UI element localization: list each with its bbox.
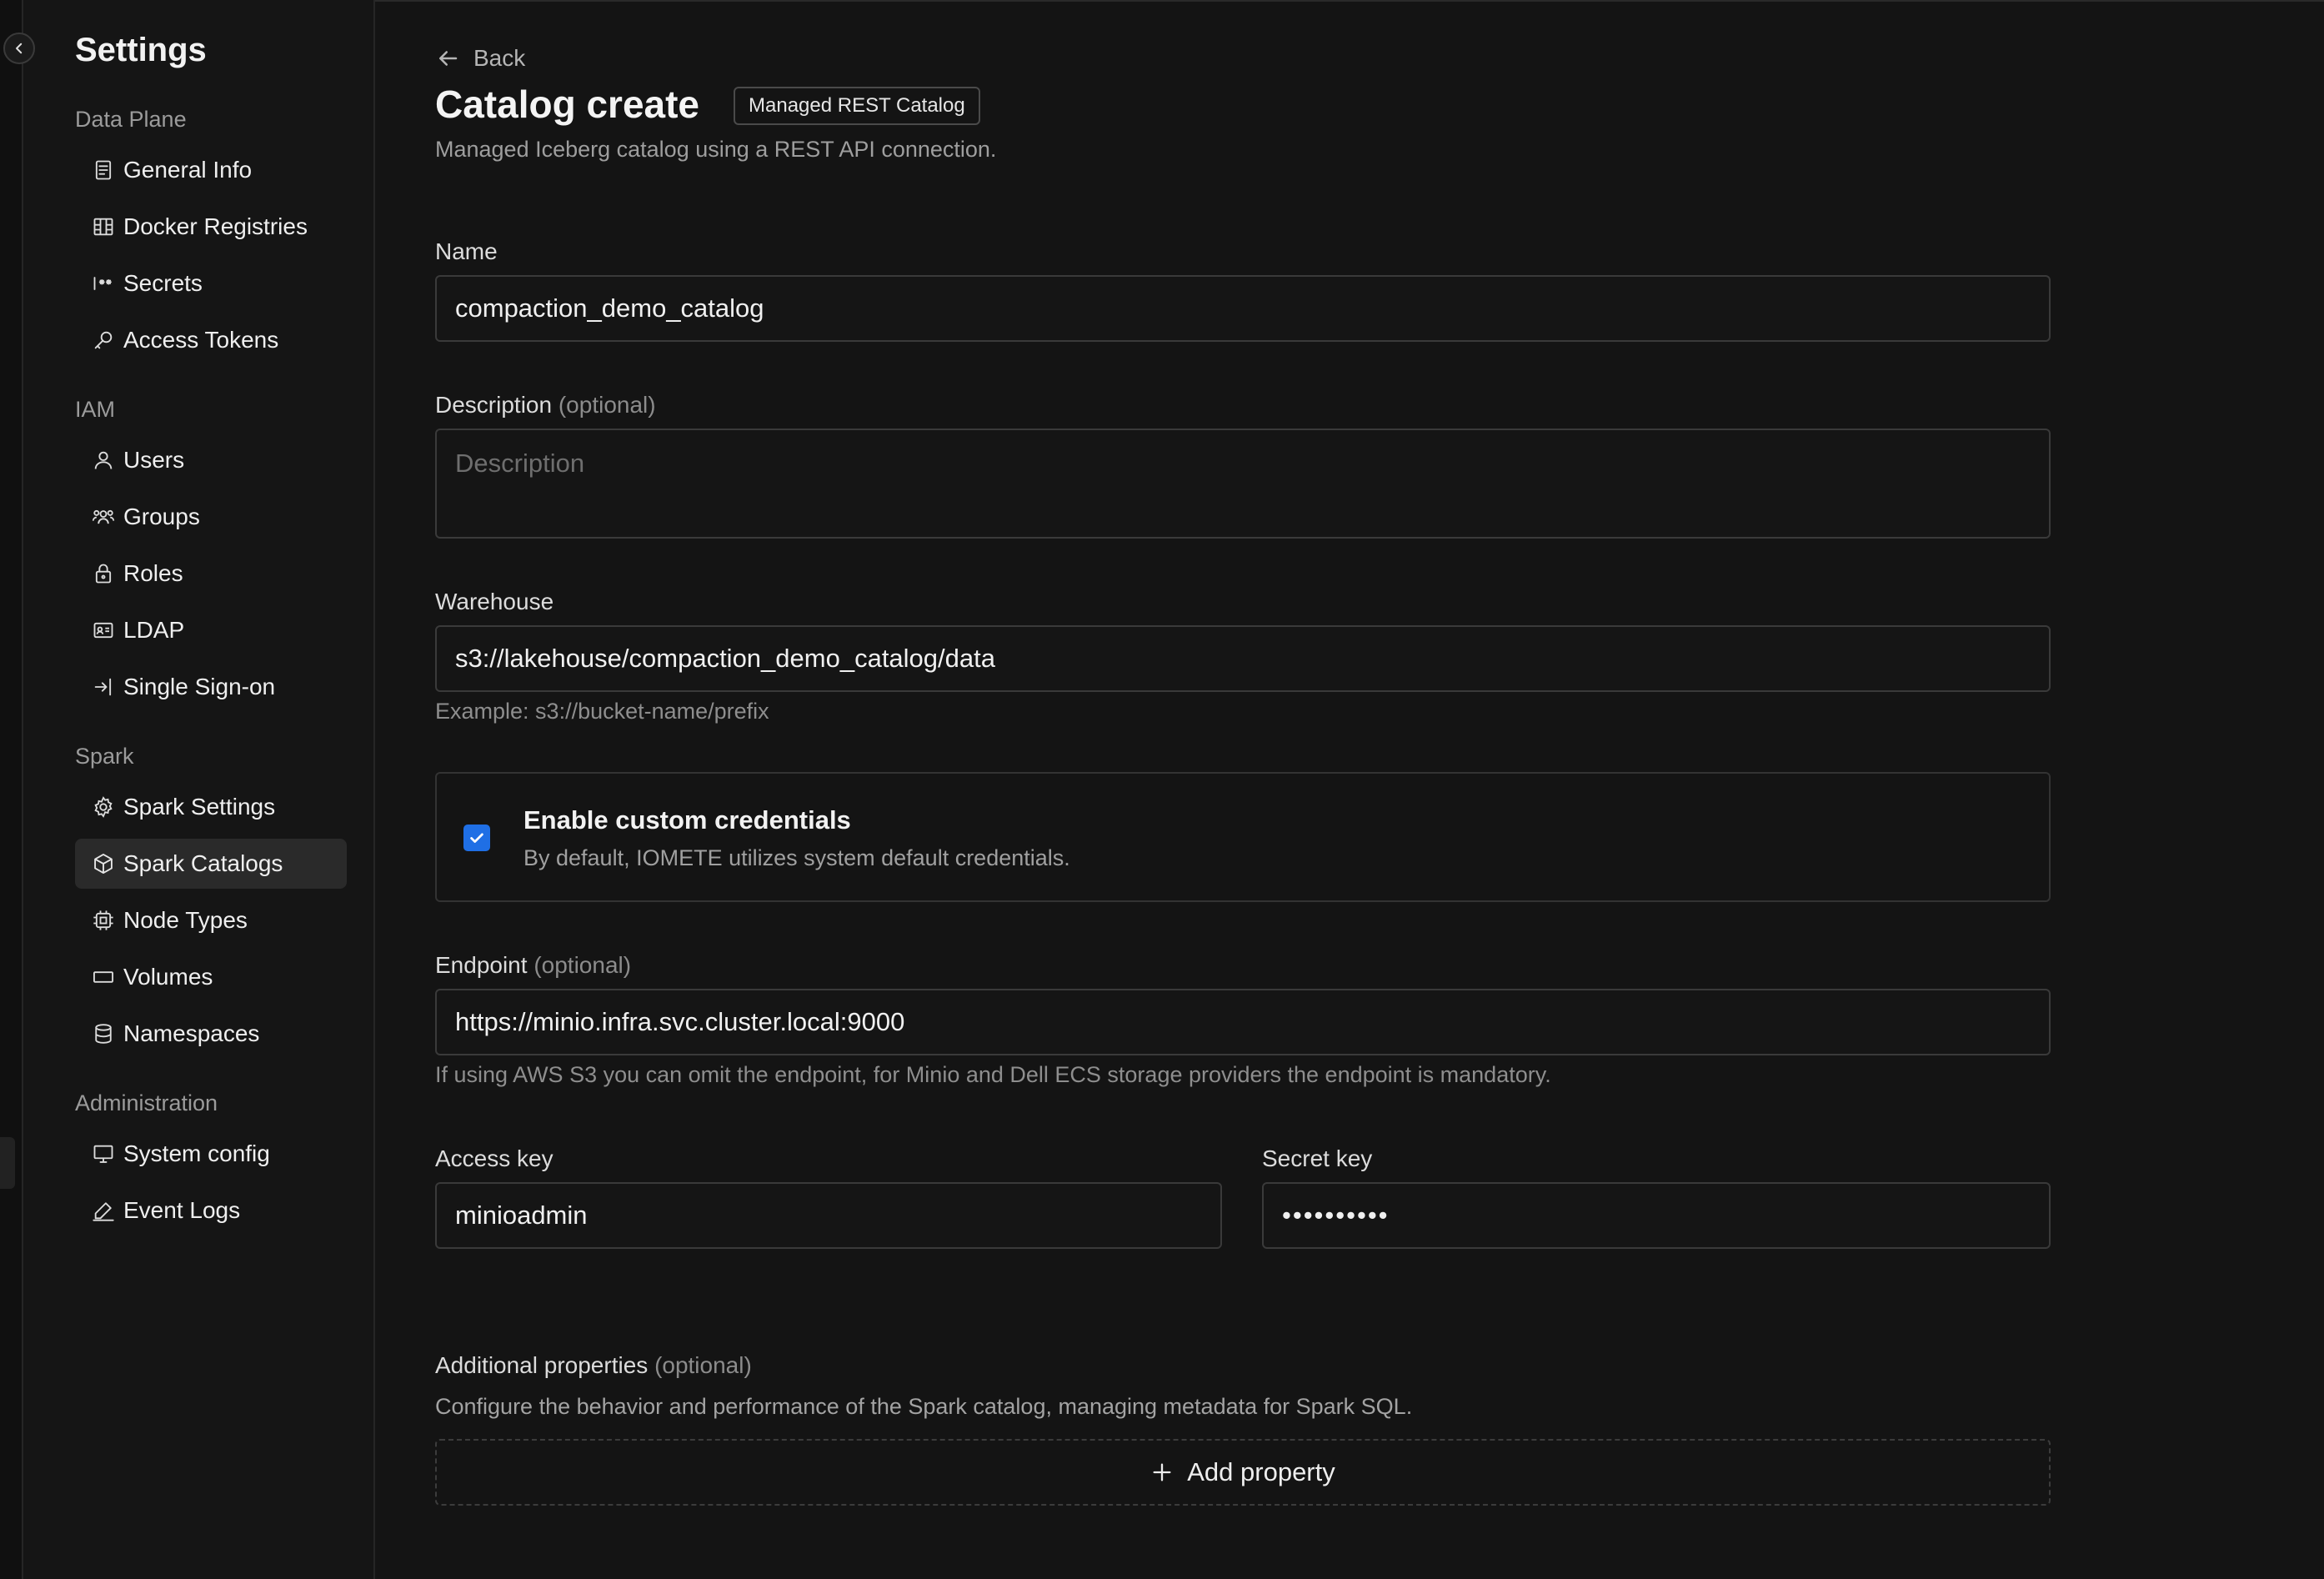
check-icon <box>470 833 483 843</box>
chevron-left-icon <box>16 43 23 54</box>
endpoint-input[interactable]: https://minio.infra.svc.cluster.local:90… <box>435 989 2051 1055</box>
section-label-spark: Spark <box>75 744 134 769</box>
registry-icon <box>92 215 115 238</box>
custom-credentials-checkbox[interactable] <box>463 825 490 851</box>
section-label-data-plane: Data Plane <box>75 107 187 132</box>
sidebar-item-label: LDAP <box>123 617 185 643</box>
settings-sidebar: Settings Data Plane General Info Docker … <box>23 0 375 1579</box>
description-textarea[interactable]: Description <box>435 429 2051 539</box>
page-subtitle: Managed Iceberg catalog using a REST API… <box>435 137 997 162</box>
additional-properties-description: Configure the behavior and performance o… <box>435 1394 1413 1419</box>
id-card-icon <box>92 619 115 642</box>
cube-icon <box>92 852 115 875</box>
custom-credentials-title: Enable custom credentials <box>523 805 851 835</box>
sidebar-item-label: Spark Settings <box>123 794 276 820</box>
sidebar-item-label: Groups <box>123 504 200 529</box>
sidebar-item-label: Node Types <box>123 907 248 933</box>
sidebar-item-label: Spark Catalogs <box>123 850 283 876</box>
sidebar-item-users[interactable]: Users <box>75 435 347 485</box>
warehouse-input[interactable]: s3://lakehouse/compaction_demo_catalog/d… <box>435 625 2051 692</box>
sidebar-item-namespaces[interactable]: Namespaces <box>75 1009 347 1059</box>
sidebar-item-system-config[interactable]: System config <box>75 1129 347 1179</box>
password-icon <box>92 272 115 295</box>
collapse-sidebar-button[interactable] <box>3 33 35 64</box>
access-key-input[interactable]: minioadmin <box>435 1182 1222 1249</box>
sidebar-item-label: Namespaces <box>123 1020 260 1046</box>
lock-icon <box>92 562 115 585</box>
warehouse-label: Warehouse <box>435 589 554 614</box>
sidebar-item-spark-settings[interactable]: Spark Settings <box>75 782 347 832</box>
sidebar-item-event-logs[interactable]: Event Logs <box>75 1186 347 1236</box>
sidebar-item-access-tokens[interactable]: Access Tokens <box>75 315 347 365</box>
optional-tag: (optional) <box>558 392 656 418</box>
additional-properties-label-text: Additional properties <box>435 1352 649 1378</box>
sidebar-item-label: Users <box>123 447 185 473</box>
add-property-label: Add property <box>1187 1457 1335 1486</box>
signature-icon <box>92 1199 115 1222</box>
description-label: Description (optional) <box>435 392 656 419</box>
arrow-left-icon <box>439 51 458 66</box>
sidebar-item-roles[interactable]: Roles <box>75 549 347 599</box>
sidebar-item-label: Single Sign-on <box>123 674 276 699</box>
left-rail <box>0 0 23 1579</box>
optional-tag: (optional) <box>533 952 632 978</box>
sidebar-item-label: Roles <box>123 560 183 586</box>
warehouse-hint: Example: s3://bucket-name/prefix <box>435 699 769 724</box>
name-input[interactable]: compaction_demo_catalog <box>435 275 2051 342</box>
document-icon <box>92 158 115 182</box>
custom-credentials-description: By default, IOMETE utilizes system defau… <box>523 845 1070 870</box>
page-title: Catalog create <box>435 83 700 126</box>
additional-properties-label: Additional properties (optional) <box>435 1352 752 1379</box>
sidebar-item-label: System config <box>123 1140 270 1166</box>
sidebar-title: Settings <box>75 32 207 68</box>
sidebar-item-label: General Info <box>123 157 253 183</box>
sidebar-item-ldap[interactable]: LDAP <box>75 605 347 655</box>
sidebar-item-node-types[interactable]: Node Types <box>75 895 347 945</box>
description-label-text: Description <box>435 392 553 418</box>
database-icon <box>92 1022 115 1045</box>
secret-key-label: Secret key <box>1262 1145 1373 1171</box>
sidebar-item-volumes[interactable]: Volumes <box>75 952 347 1002</box>
section-label-iam: IAM <box>75 397 116 422</box>
back-link[interactable]: Back <box>435 45 525 72</box>
catalog-type-badge: Managed REST Catalog <box>734 87 980 125</box>
endpoint-label: Endpoint (optional) <box>435 952 631 979</box>
access-key-label: Access key <box>435 1145 553 1171</box>
user-icon <box>92 449 115 472</box>
main-content: Back Catalog create Managed REST Catalog… <box>375 0 2324 1579</box>
volume-icon <box>92 965 115 989</box>
chip-icon <box>92 909 115 932</box>
endpoint-label-text: Endpoint <box>435 952 528 978</box>
users-icon <box>92 505 115 529</box>
sidebar-item-label: Docker Registries <box>123 213 308 239</box>
sidebar-item-label: Volumes <box>123 964 213 990</box>
add-property-button[interactable]: Add property <box>435 1439 2051 1506</box>
secret-key-input[interactable]: •••••••••• <box>1262 1182 2051 1249</box>
sidebar-item-label: Access Tokens <box>123 327 279 353</box>
plus-icon <box>1153 1463 1171 1481</box>
back-label: Back <box>473 45 526 71</box>
name-label: Name <box>435 238 498 264</box>
sidebar-item-label: Secrets <box>123 270 203 296</box>
key-icon <box>92 328 115 352</box>
sidebar-item-single-sign-on[interactable]: Single Sign-on <box>75 662 347 712</box>
custom-credentials-panel: Enable custom credentials By default, IO… <box>435 772 2051 902</box>
sidebar-item-label: Event Logs <box>123 1197 241 1223</box>
endpoint-hint: If using AWS S3 you can omit the endpoin… <box>435 1062 1551 1087</box>
gear-icon <box>92 795 115 819</box>
section-label-administration: Administration <box>75 1090 218 1115</box>
optional-tag: (optional) <box>654 1352 752 1378</box>
sidebar-item-docker-registries[interactable]: Docker Registries <box>75 202 347 252</box>
monitor-icon <box>92 1142 115 1165</box>
sign-in-icon <box>92 675 115 699</box>
sidebar-item-spark-catalogs[interactable]: Spark Catalogs <box>75 839 347 889</box>
sidebar-item-secrets[interactable]: Secrets <box>75 258 347 308</box>
sidebar-item-general-info[interactable]: General Info <box>75 145 347 195</box>
sidebar-item-groups[interactable]: Groups <box>75 492 347 542</box>
rail-resize-handle[interactable] <box>0 1137 15 1189</box>
